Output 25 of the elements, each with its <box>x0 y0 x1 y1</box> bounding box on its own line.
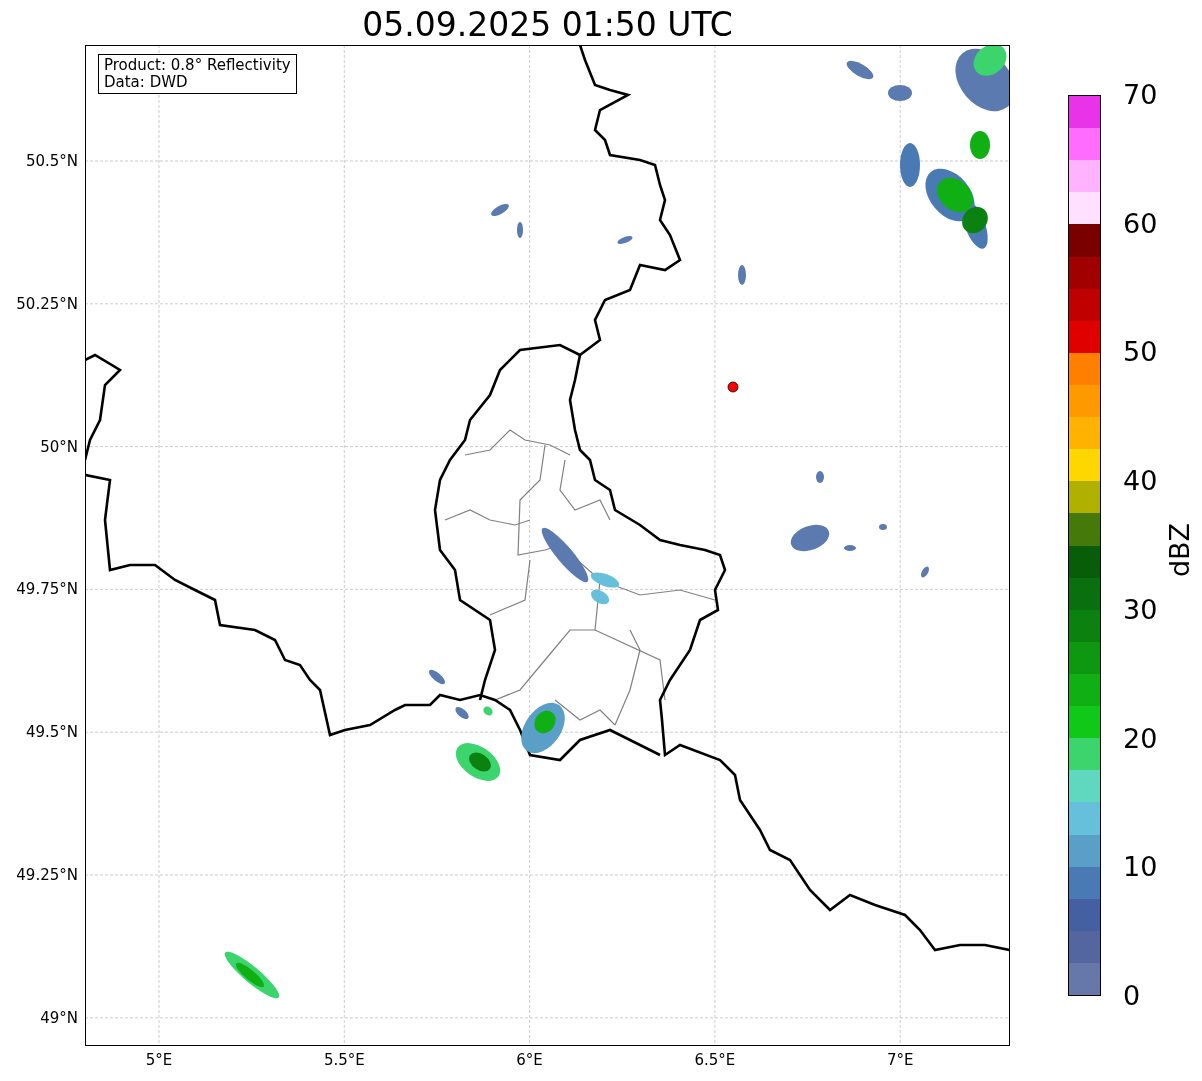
latitude-label: 49°N <box>40 1008 78 1027</box>
info-text: Product: 0.8° Reflectivity <box>104 57 291 74</box>
longitude-label: 7°E <box>886 1051 914 1069</box>
colorbar-tick-label: 30 <box>1123 594 1158 625</box>
colorbar-label: dBZ <box>1165 522 1195 578</box>
colorbar-tick-label: 10 <box>1123 852 1158 883</box>
latitude-label: 49.5°N <box>25 723 78 742</box>
colorbar-tick-label: 0 <box>1123 981 1141 1011</box>
colorbar-tick-label: 20 <box>1123 723 1158 754</box>
info-text: Data: DWD <box>104 74 189 91</box>
longitude-label: 6°E <box>516 1051 543 1069</box>
colorbar-tick-label: 40 <box>1123 466 1158 497</box>
longitude-label: 5.5°E <box>323 1051 365 1069</box>
latitude-label: 50.5°N <box>25 152 78 170</box>
latitude-label: 50.25°N <box>16 294 78 313</box>
latitude-label: 49.25°N <box>16 866 78 884</box>
colorbar-tick-label: 50 <box>1123 337 1158 368</box>
latitude-label: 49.75°N <box>16 580 78 599</box>
latitude-label: 50°N <box>40 437 78 456</box>
longitude-label: 5°E <box>145 1051 173 1069</box>
longitude-label: 6.5°E <box>694 1051 736 1069</box>
colorbar-tick-label: 60 <box>1123 208 1158 239</box>
location-marker <box>727 381 739 393</box>
chart-title: 05.09.2025 01:50 UTC <box>362 5 733 45</box>
colorbar-tick-label: 70 <box>1123 80 1158 110</box>
